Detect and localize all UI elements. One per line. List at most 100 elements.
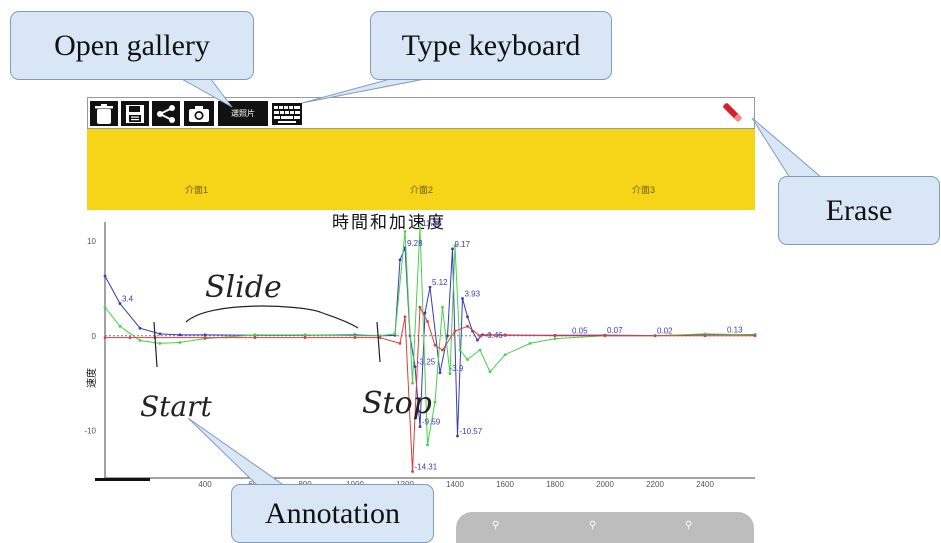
series-point (153, 336, 157, 340)
series-point (398, 341, 402, 345)
callout-annotation: Annotation (231, 484, 434, 543)
series-point (553, 333, 557, 337)
series-point (158, 341, 162, 345)
series-point (303, 333, 307, 337)
series-point (471, 329, 474, 333)
series-point (103, 305, 107, 309)
data-label: 0.02 (657, 327, 673, 336)
series-point (441, 348, 444, 352)
series-point (413, 365, 417, 368)
series-point (503, 333, 507, 337)
tab-interface-2[interactable]: 介面2 (410, 183, 433, 196)
series-line-1 (104, 227, 756, 445)
series-point (478, 334, 482, 338)
series-point (303, 336, 307, 340)
series-line-0 (104, 247, 755, 437)
callout-type-keyboard: Type keyboard (370, 11, 612, 80)
series-point (403, 246, 407, 250)
series-point (353, 333, 357, 337)
series-point (553, 334, 557, 338)
series-point (753, 333, 757, 336)
x-tick-label: 400 (198, 480, 212, 489)
tab-bar: 介面1 介面2 介面3 (87, 129, 755, 210)
data-label: 3.93 (465, 290, 481, 299)
series-point (653, 334, 657, 338)
tab-interface-3[interactable]: 介面3 (632, 183, 655, 196)
series-point (453, 244, 457, 248)
series-point (433, 400, 437, 404)
handwriting-slide: Slide (205, 270, 282, 305)
acceleration-chart: 100-104006008001000120014001600180020002… (84, 219, 757, 489)
erase-tail (751, 117, 824, 179)
eraser-icon[interactable] (722, 101, 744, 125)
y-tick-label: 10 (87, 237, 96, 246)
chart-ylabel: 速度 (85, 368, 98, 388)
series-point (403, 315, 407, 319)
x-tick-label: 2000 (596, 480, 614, 489)
save-icon[interactable] (121, 101, 149, 126)
series-point (203, 333, 207, 337)
series-point (441, 305, 444, 309)
series-point (461, 297, 464, 300)
series-point (528, 341, 532, 345)
zoom-reset-icon[interactable]: ⚲ (685, 520, 692, 531)
series-point (253, 336, 257, 340)
trash-icon[interactable] (90, 101, 118, 126)
series-point (418, 305, 422, 309)
series-point (653, 334, 657, 338)
series-point (466, 358, 469, 361)
data-label: -0.46 (485, 331, 504, 340)
series-point (253, 333, 257, 337)
series-point (303, 333, 307, 337)
zoom-in-icon[interactable]: ⚲ (492, 520, 499, 531)
series-point (448, 372, 452, 376)
camera-icon[interactable] (184, 101, 214, 126)
series-point (426, 443, 429, 447)
series-point (158, 332, 162, 336)
series-point (703, 334, 707, 338)
series-point (428, 285, 432, 289)
series-line-2 (105, 305, 755, 472)
series-point (411, 470, 414, 473)
series-point (488, 370, 492, 374)
series-point (203, 336, 207, 340)
tab-interface-1[interactable]: 介面1 (185, 183, 208, 196)
annotation-tail (187, 417, 287, 487)
series-point (253, 333, 257, 337)
series-point (433, 343, 437, 347)
zoom-out-icon[interactable]: ⚲ (589, 520, 596, 531)
x-tick-label: 1600 (496, 480, 514, 489)
start-marker-stroke (153, 321, 158, 368)
series-point (423, 311, 427, 315)
series-point (353, 334, 357, 338)
series-point (203, 337, 207, 341)
open-gallery-button[interactable]: 選照片 (218, 101, 268, 126)
series-point (753, 333, 757, 337)
share-icon[interactable] (152, 101, 180, 126)
series-point (378, 334, 382, 338)
keyboard-icon[interactable] (271, 101, 303, 126)
series-point (118, 302, 122, 305)
series-point (103, 274, 107, 278)
data-label: -9.59 (422, 418, 441, 427)
series-point (178, 333, 182, 337)
data-label: 0.07 (607, 326, 623, 335)
series-point (378, 336, 382, 340)
series-point (476, 338, 479, 342)
series-point (138, 339, 142, 342)
series-point (466, 315, 469, 319)
callout-erase: Erase (778, 176, 940, 245)
data-label: -10.57 (460, 427, 483, 436)
series-point (138, 326, 142, 330)
x-tick-label: 1400 (446, 480, 464, 489)
handwriting-start: Start (140, 390, 213, 423)
data-label: 0.13 (727, 326, 743, 335)
series-point (353, 336, 357, 340)
y-tick-label: -10 (84, 427, 96, 436)
data-label: -3.25 (417, 358, 436, 367)
series-point (466, 324, 469, 328)
series-point (438, 371, 442, 375)
series-point (503, 333, 507, 337)
series-point (488, 333, 492, 337)
x-tick-label: 1800 (546, 480, 564, 489)
